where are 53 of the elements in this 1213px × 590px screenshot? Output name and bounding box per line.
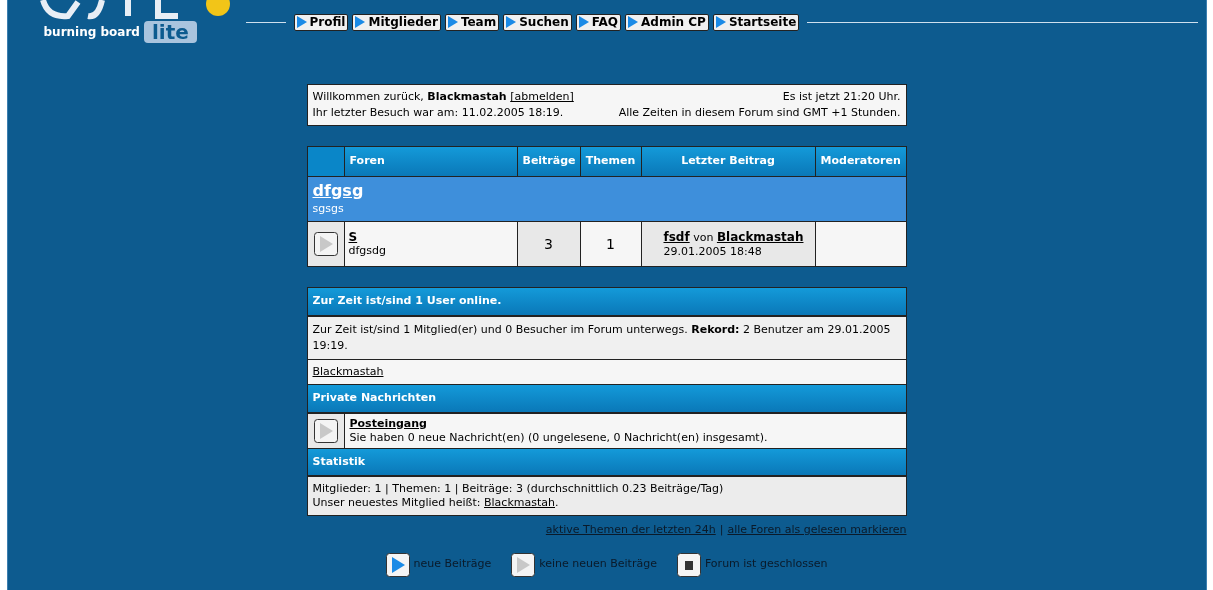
column-header: Moderatoren	[815, 147, 906, 176]
nav-button[interactable]: Team	[444, 13, 500, 31]
arrow-icon	[355, 16, 366, 28]
logout-link[interactable]: [abmelden]	[510, 90, 574, 103]
last-post-link[interactable]: fsdf	[663, 229, 690, 244]
legend-icon	[676, 552, 701, 577]
last-post-date: 29.01.2005 18:48	[663, 244, 763, 259]
nav-button[interactable]: Profil	[293, 13, 349, 31]
user-link[interactable]: Blackmastah	[312, 363, 384, 380]
posts-cell: 3	[517, 222, 580, 266]
arrow-icon	[715, 16, 726, 28]
author-link[interactable]: Blackmastah	[716, 229, 804, 244]
forum-description: dfgsdg	[348, 244, 388, 258]
legend-text: Forum ist geschlossen	[704, 556, 828, 573]
legend-text: neue Beiträge	[413, 556, 492, 573]
legend-icon	[511, 552, 536, 577]
arrow-icon	[506, 16, 517, 28]
separator-text: |	[719, 522, 724, 538]
logo-subtitle: burning board	[43, 24, 140, 41]
header-cell	[307, 147, 344, 176]
last-post-text: fsdf von Blackmastah	[663, 229, 804, 245]
column-header: Letzter Beitrag	[641, 147, 815, 176]
logo-edition: lite	[143, 21, 197, 43]
welcome-text: Willkommen zurück, Blackmastah [abmelden]	[312, 89, 574, 105]
last-visit-text: Ihr letzter Besuch war am: 11.02.2005 18:19.	[312, 105, 565, 121]
arrow-icon	[447, 16, 458, 28]
stats-header: Statistik	[307, 448, 906, 476]
forum-link[interactable]: S	[348, 230, 358, 244]
online-text: Zur Zeit ist/sind 1 Mitglied(er) und 0 Besucher im Forum unterwegs. Rekord: 2 Benutzer am 29.01.2005 19:19.	[307, 316, 906, 359]
column-header: Themen	[580, 147, 641, 176]
topics-cell: 1	[580, 222, 641, 266]
timezone-text: Alle Zeiten in diesem Forum sind GMT +1 Stunden.	[618, 105, 901, 121]
stats-text: Mitglieder: 1 | Themen: 1 | Beiträge: 3 (durchschnittlich 0.23 Beiträge/Tag)	[312, 482, 725, 496]
arrow-icon	[578, 16, 589, 28]
column-header: Foren	[344, 147, 517, 176]
current-time-text: Es ist jetzt 21:20 Uhr.	[782, 89, 901, 105]
messages-text: Sie haben 0 neue Nachricht(en) (0 ungelesene, 0 Nachricht(en) insgesamt).	[349, 430, 769, 445]
inbox-link[interactable]: Posteingang	[349, 416, 427, 431]
nav-button[interactable]: Admin CP	[625, 13, 709, 31]
arrow-icon	[628, 16, 639, 28]
column-header: Beiträge	[517, 147, 580, 176]
nav-button[interactable]: Suchen	[503, 13, 572, 31]
newest-member-link[interactable]: Blackmastah	[484, 496, 555, 509]
category-description: sgsgs	[312, 200, 345, 217]
nav-button[interactable]: FAQ	[575, 13, 622, 31]
newest-member-text: Unser neuestes Mitglied heißt: Blackmastah.	[312, 496, 560, 510]
arrow-icon	[296, 16, 307, 28]
legend-text: keine neuen Beiträge	[539, 556, 657, 573]
online-header: Zur Zeit ist/sind 1 User online.	[307, 288, 906, 316]
nav-button[interactable]: Mitglieder	[352, 13, 441, 31]
legend-icon	[385, 552, 410, 577]
messages-header: Private Nachrichten	[307, 385, 906, 413]
nav-button[interactable]: Startseite	[712, 13, 800, 31]
